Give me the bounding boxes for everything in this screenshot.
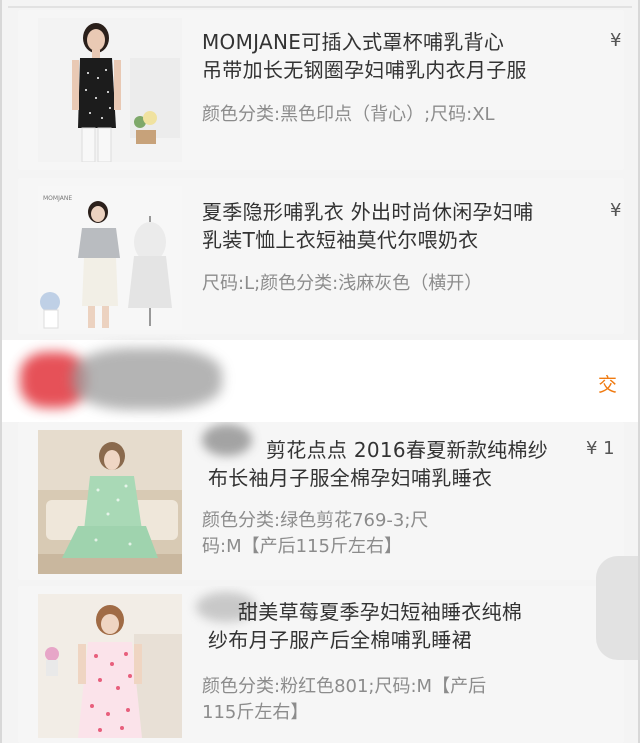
product-photo-nursing-vest [38,18,182,162]
top-divider [8,6,632,8]
order-price-1: ¥ [610,30,622,51]
spec-line: 115斤左右】 [202,702,309,723]
title-line: 乳装T恤上衣短袖莫代尔喂奶衣 [202,228,479,252]
spec-line: 颜色分类:绿色剪花769-3;尺 [202,510,429,531]
order-title-4[interactable]: 甜美草莓夏季孕妇短袖睡衣纯棉 纱布月子服产后全棉哺乳睡裙 [208,598,588,654]
order-title-2[interactable]: 夏季隐形哺乳衣 外出时尚休闲孕妇哺 乳装T恤上衣短袖莫代尔喂奶衣 [202,198,582,254]
title-line: 吊带加长无钢圈孕妇哺乳内衣月子服 [202,58,527,82]
product-photo-strawberry-nightgown [38,594,182,738]
order-spec-2: 尺码:L;颜色分类:浅麻灰色（横开） [202,271,572,297]
order-item-4[interactable]: 甜美草莓夏季孕妇短袖睡衣纯棉 纱布月子服产后全棉哺乳睡裙 颜色分类:粉红色801… [18,586,624,743]
order-spec-3: 颜色分类:绿色剪花769-3;尺 码:M【产后115斤左右】 [202,508,572,560]
order-title-1[interactable]: MOMJANE可插入式罩杯哺乳背心 吊带加长无钢圈孕妇哺乳内衣月子服 [202,28,582,84]
product-thumbnail-2[interactable]: MOMJANE [38,186,182,330]
title-line: 布长袖月子服全棉孕妇哺乳睡衣 [208,466,493,490]
spec-line: 尺码:L;颜色分类:浅麻灰色（横开） [202,273,483,294]
order-price-2: ¥ [610,200,622,221]
title-line: 纱布月子服产后全棉哺乳睡裙 [208,628,472,652]
order-item-3[interactable]: 剪花点点 2016春夏新款纯棉纱 布长袖月子服全棉孕妇哺乳睡衣 颜色分类:绿色剪… [18,422,624,580]
order-price-3: ¥ 1 [586,438,615,459]
order-item-1[interactable]: MOMJANE可插入式罩杯哺乳背心 吊带加长无钢圈孕妇哺乳内衣月子服 颜色分类:… [18,10,624,170]
title-line: 夏季隐形哺乳衣 外出时尚休闲孕妇哺 [202,200,534,224]
store-header[interactable] [0,340,640,422]
title-line: 甜美草莓夏季孕妇短袖睡衣纯棉 [238,600,523,624]
order-title-3[interactable]: 剪花点点 2016春夏新款纯棉纱 布长袖月子服全棉孕妇哺乳睡衣 [208,436,588,492]
spec-line: 颜色分类:黑色印点（背心）;尺码:XL [202,104,495,125]
order-spec-4: 颜色分类:粉红色801;尺码:M【产后 115斤左右】 [202,674,572,726]
redacted-store-name [72,348,222,410]
order-item-2[interactable]: MOMJANE 夏季隐形哺乳衣 外出时尚休闲孕妇哺 乳装T恤上衣短袖莫代尔喂奶衣… [18,178,624,334]
order-status: 交 [598,374,618,396]
product-thumbnail-4[interactable] [38,594,182,738]
title-line: MOMJANE可插入式罩杯哺乳背心 [202,30,505,54]
product-photo-green-pajamas [38,430,182,574]
spec-line: 颜色分类:粉红色801;尺码:M【产后 [202,676,487,697]
title-line: 剪花点点 2016春夏新款纯棉纱 [266,438,549,462]
product-photo-nursing-tee: MOMJANE [38,186,182,330]
product-thumbnail-3[interactable] [38,430,182,574]
spec-line: 码:M【产后115斤左右】 [202,536,402,557]
product-thumbnail-1[interactable] [38,18,182,162]
order-spec-1: 颜色分类:黑色印点（背心）;尺码:XL [202,102,572,128]
scroll-handle[interactable] [596,556,640,660]
thumbnail-brand-label: MOMJANE [43,195,72,202]
